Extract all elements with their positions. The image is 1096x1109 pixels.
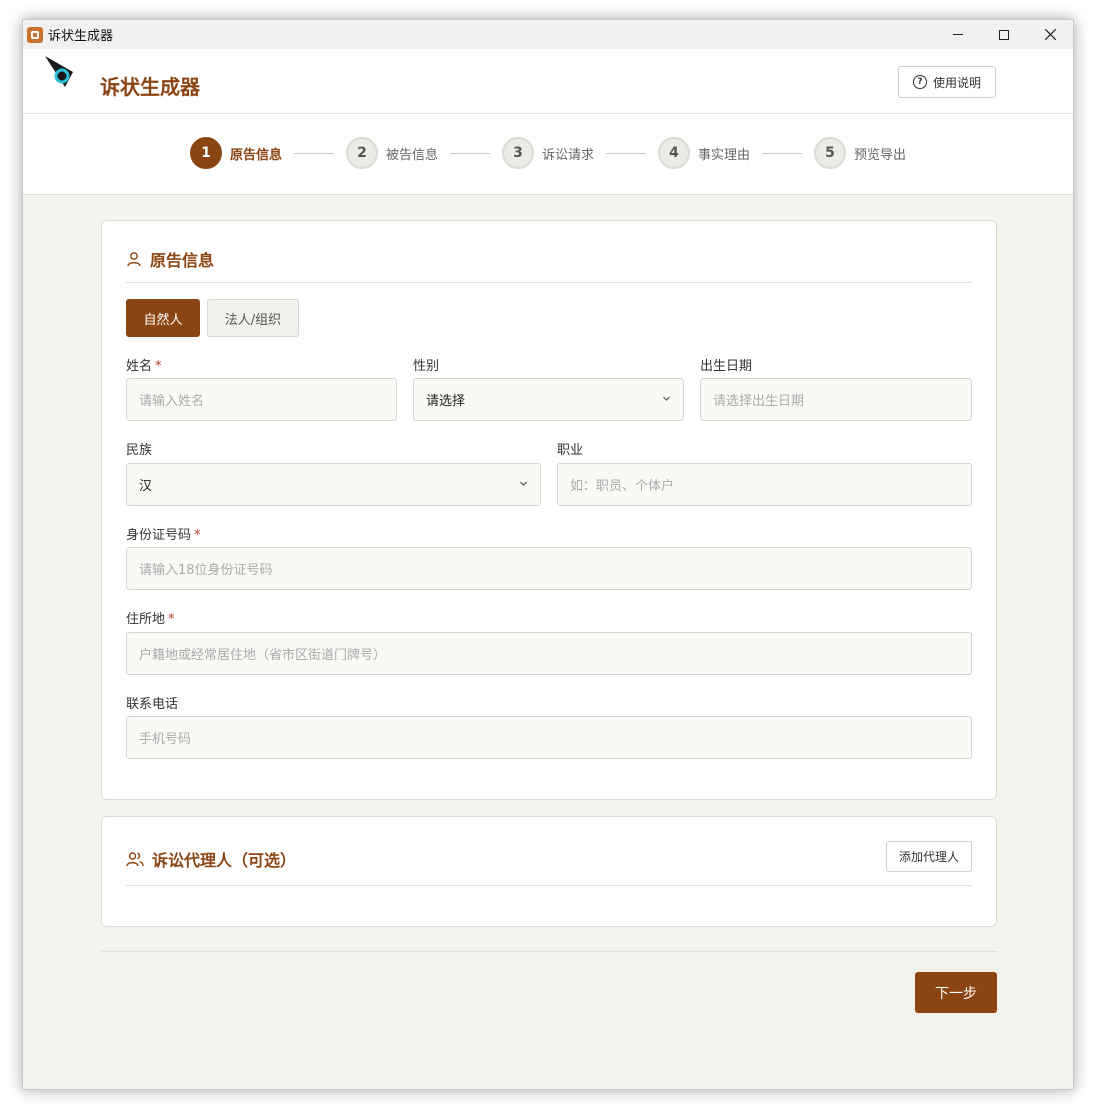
type-natural-person-button[interactable]: 自然人 [126,299,200,337]
step-5[interactable]: 5 预览导出 [814,137,906,169]
required-mark: * [155,359,162,374]
close-button[interactable] [1027,20,1073,49]
address-input[interactable]: 户籍地或经常居住地（省市区街道门牌号） [126,632,972,675]
step-number: 1 [190,137,222,169]
name-label: 姓名 * [126,359,162,374]
name-input[interactable]: 请输入姓名 [126,378,397,421]
gender-label: 性别 [413,359,440,374]
maximize-button[interactable] [981,20,1027,49]
help-button[interactable]: ? 使用说明 [898,66,996,98]
plaintiff-card-title: 原告信息 [126,247,214,271]
agent-card-title: 诉讼代理人（可选） [126,847,296,871]
close-icon [1044,29,1056,40]
agent-title-text: 诉讼代理人（可选） [152,851,297,870]
step-4[interactable]: 4 事实理由 [658,137,750,169]
minimize-icon [953,34,963,35]
title-bar: 诉状生成器 [23,20,1073,49]
gender-value: 请选择 [426,394,466,409]
logo-icon [45,56,73,87]
phone-input[interactable]: 手机号码 [126,716,972,759]
required-mark: * [168,612,175,627]
app-window: 诉状生成器 诉状生成器 ? 使用说明 1 原告信息 2 被告信息 3 诉讼请求 … [22,19,1074,1090]
window-title: 诉状生成器 [48,29,114,44]
divider [126,282,972,283]
gender-select[interactable]: 请选择 [413,378,684,421]
agent-card: 诉讼代理人（可选） 添加代理人 [101,816,997,927]
step-connector [606,153,646,154]
step-label: 诉讼请求 [542,147,595,163]
stepper: 1 原告信息 2 被告信息 3 诉讼请求 4 事实理由 5 预览导出 [23,114,1073,195]
plaintiff-card: 原告信息 自然人 法人/组织 姓名 * 请输入姓名 性别 请选择 出生日期 请选择… [101,220,997,800]
step-label: 预览导出 [854,147,907,163]
id-number-label: 身份证号码 * [126,528,201,543]
ethnicity-label: 民族 [126,443,153,458]
id-number-input[interactable]: 请输入18位身份证号码 [126,547,972,590]
chevron-down-icon [520,481,527,486]
step-number: 2 [346,137,378,169]
required-mark: * [194,528,201,543]
occupation-label: 职业 [557,443,584,458]
ethnicity-select[interactable]: 汉 [126,463,541,506]
chevron-down-icon [663,396,670,401]
step-label: 原告信息 [230,147,283,163]
step-3[interactable]: 3 诉讼请求 [502,137,594,169]
footer-divider [101,951,997,952]
step-label: 被告信息 [386,147,439,163]
step-connector [450,153,490,154]
ethnicity-value: 汉 [139,479,153,494]
birth-date-input[interactable]: 请选择出生日期 [700,378,972,421]
maximize-icon [999,29,1009,40]
users-icon [126,852,144,867]
type-organization-button[interactable]: 法人/组织 [207,299,299,337]
occupation-input[interactable]: 如：职员、个体户 [557,463,972,506]
divider [126,885,972,886]
step-2[interactable]: 2 被告信息 [346,137,438,169]
step-1[interactable]: 1 原告信息 [190,137,282,169]
minimize-button[interactable] [935,20,981,49]
user-icon [127,252,141,267]
step-number: 4 [658,137,690,169]
plaintiff-title-text: 原告信息 [150,251,215,270]
app-icon [27,26,43,43]
phone-label: 联系电话 [126,697,179,712]
brand-title: 诉状生成器 [100,75,200,99]
question-icon: ? [912,75,927,89]
step-label: 事实理由 [698,147,751,163]
address-label: 住所地 * [126,612,175,627]
add-agent-button[interactable]: 添加代理人 [886,841,972,872]
birth-label: 出生日期 [700,359,753,374]
step-number: 3 [502,137,534,169]
step-connector [294,153,334,154]
step-number: 5 [814,137,846,169]
step-connector [762,153,802,154]
help-label: 使用说明 [932,75,981,90]
next-step-button[interactable]: 下一步 [915,972,997,1013]
app-header: 诉状生成器 ? 使用说明 [23,49,1073,114]
